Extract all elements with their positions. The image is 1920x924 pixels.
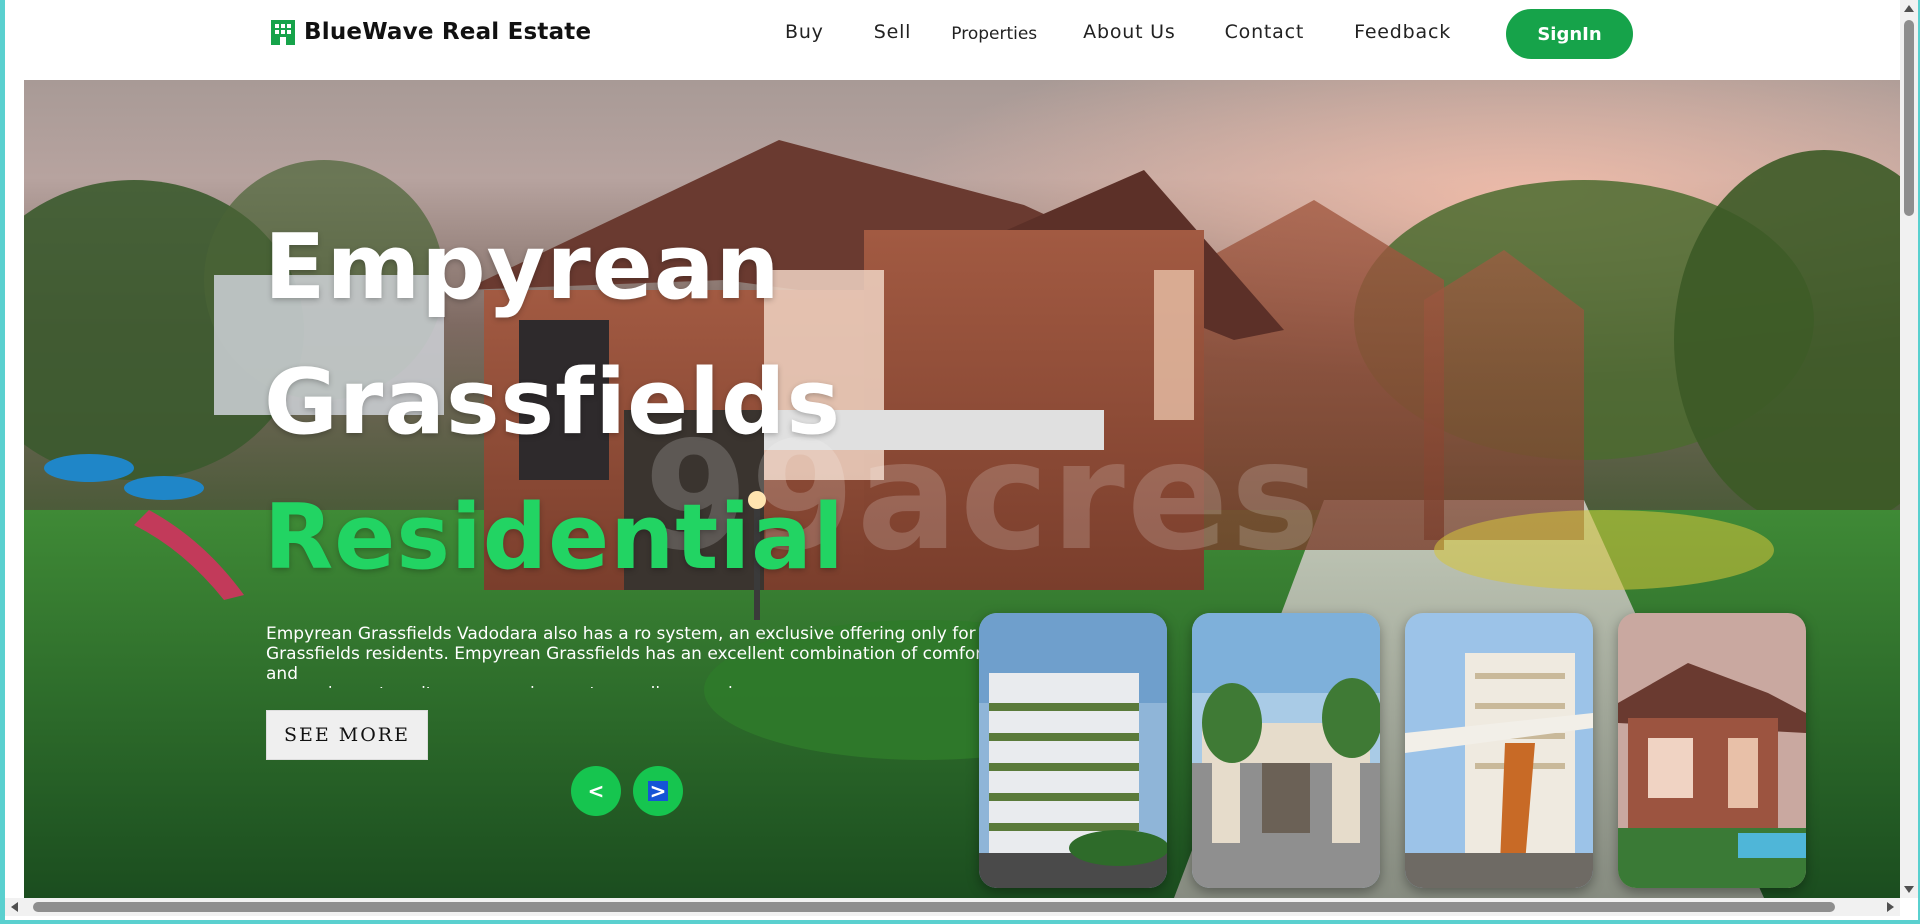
- navbar: BlueWave Real Estate Buy Sell Properties…: [5, 0, 1900, 80]
- vertical-scrollbar[interactable]: [1900, 0, 1918, 898]
- nav-buy[interactable]: Buy: [785, 21, 824, 43]
- building-icon: [270, 18, 296, 46]
- nav-properties[interactable]: Properties: [951, 24, 1037, 44]
- signin-button[interactable]: SignIn: [1506, 9, 1633, 59]
- thumbnail-apartment-portico[interactable]: [1405, 613, 1593, 888]
- nav-sell[interactable]: Sell: [874, 21, 912, 43]
- chevron-right-icon: >: [647, 779, 669, 803]
- nav-contact[interactable]: Contact: [1225, 21, 1305, 43]
- scroll-up-arrow-icon: [1904, 5, 1914, 12]
- horizontal-scroll-thumb[interactable]: [33, 902, 1835, 912]
- scroll-right-arrow-icon: [1887, 902, 1894, 912]
- nav-about-us[interactable]: About Us: [1083, 21, 1175, 43]
- thumbnail-carousel: [979, 613, 1806, 888]
- brand[interactable]: BlueWave Real Estate: [270, 18, 591, 46]
- thumbnail-brick-villa[interactable]: [1618, 613, 1806, 888]
- prev-slide-button[interactable]: <: [571, 766, 621, 816]
- hero-banner: 99acres Empyrean Grassfields Residential…: [24, 80, 1900, 898]
- scroll-left-arrow-icon: [11, 902, 18, 912]
- thumbnail-tower-greenery[interactable]: [979, 613, 1167, 888]
- nav-feedback[interactable]: Feedback: [1354, 21, 1451, 43]
- see-more-button[interactable]: SEE MORE: [266, 710, 428, 760]
- main-nav: Buy Sell Properties About Us Contact Fee…: [785, 20, 1451, 44]
- browser-viewport: BlueWave Real Estate Buy Sell Properties…: [5, 0, 1918, 920]
- hero-title-accent: Residential: [264, 485, 845, 590]
- vertical-scroll-thumb[interactable]: [1904, 20, 1914, 216]
- next-slide-button[interactable]: >: [633, 766, 683, 816]
- hero-title-line1: Empyrean: [264, 215, 781, 320]
- hero-description: Empyrean Grassfields Vadodara also has a…: [266, 624, 989, 688]
- horizontal-scrollbar[interactable]: [5, 898, 1900, 916]
- brand-name: BlueWave Real Estate: [304, 19, 592, 45]
- hero-title-line2: Grassfields: [264, 350, 842, 455]
- chevron-left-icon: <: [587, 779, 605, 803]
- scroll-down-arrow-icon: [1904, 886, 1914, 893]
- thumbnail-gated-entrance[interactable]: [1192, 613, 1380, 888]
